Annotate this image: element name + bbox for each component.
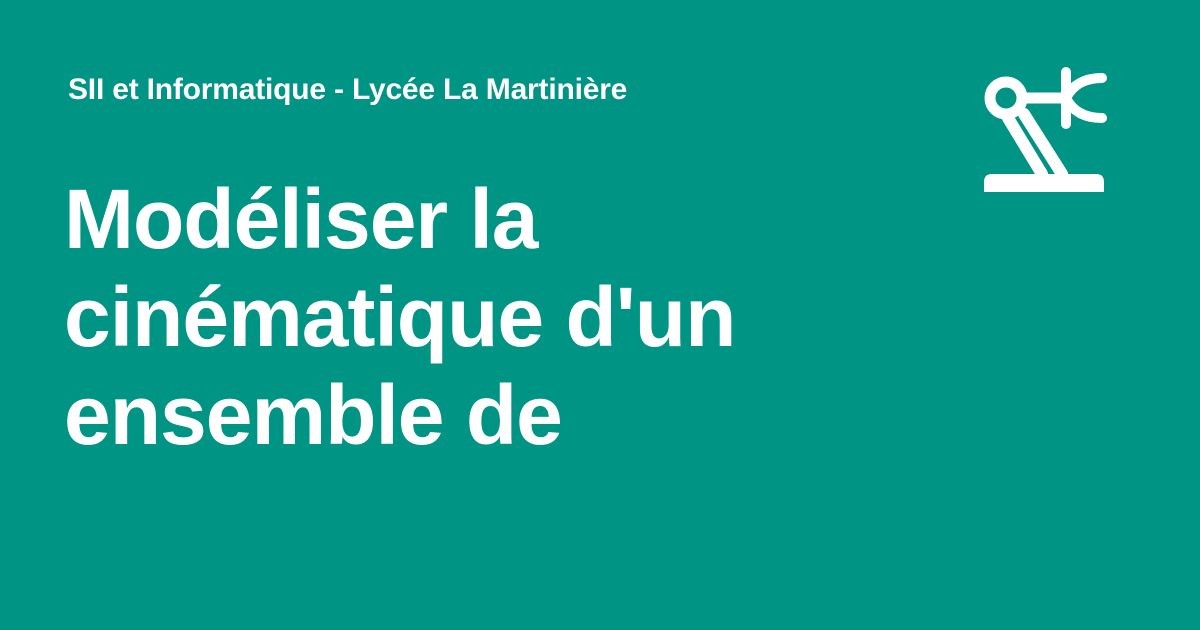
page-title-line-3: ensemble de	[64, 368, 563, 462]
page-title-line-1: Modéliser la	[64, 172, 539, 266]
page-title-line-2: cinématique d'un	[64, 270, 736, 364]
page-title: Modéliser la cinématique d'un ensemble d…	[64, 170, 884, 464]
social-card: SII et Informatique - Lycée La Martinièr…	[0, 0, 1200, 630]
site-name: SII et Informatique - Lycée La Martinièr…	[68, 73, 628, 106]
robot-arm-icon	[980, 66, 1108, 196]
